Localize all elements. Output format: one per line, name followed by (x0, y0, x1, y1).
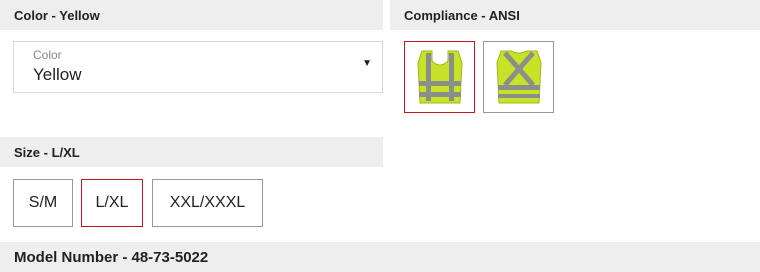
color-select[interactable]: Color Yellow ▼ (13, 41, 383, 93)
size-option-s-m[interactable]: S/M (13, 179, 73, 227)
compliance-option-back-vest[interactable] (483, 41, 554, 113)
size-header-text: Size - L/XL (14, 144, 80, 160)
color-select-label: Color (33, 48, 62, 62)
color-section-header: Color - Yellow (0, 0, 383, 30)
model-number-header: Model Number - 48-73-5022 (0, 242, 760, 272)
compliance-section-header: Compliance - ANSI (390, 0, 760, 30)
size-option-label: S/M (28, 194, 58, 211)
size-option-l-xl[interactable]: L/XL (81, 179, 143, 227)
size-option-label: L/XL (95, 194, 129, 211)
color-select-value: Yellow (33, 65, 82, 84)
safety-vest-front-icon (416, 50, 463, 104)
compliance-header-text: Compliance - ANSI (404, 7, 520, 23)
color-header-text: Color - Yellow (14, 7, 100, 23)
size-option-label: XXL/XXXL (169, 194, 246, 211)
size-option-xxl-xxxl[interactable]: XXL/XXXL (152, 179, 263, 227)
safety-vest-back-x-icon (495, 50, 542, 104)
size-section-header: Size - L/XL (0, 137, 383, 167)
model-number-text: Model Number - 48-73-5022 (14, 248, 209, 266)
dropdown-caret-icon: ▼ (362, 58, 372, 69)
compliance-option-front-vest[interactable] (404, 41, 475, 113)
